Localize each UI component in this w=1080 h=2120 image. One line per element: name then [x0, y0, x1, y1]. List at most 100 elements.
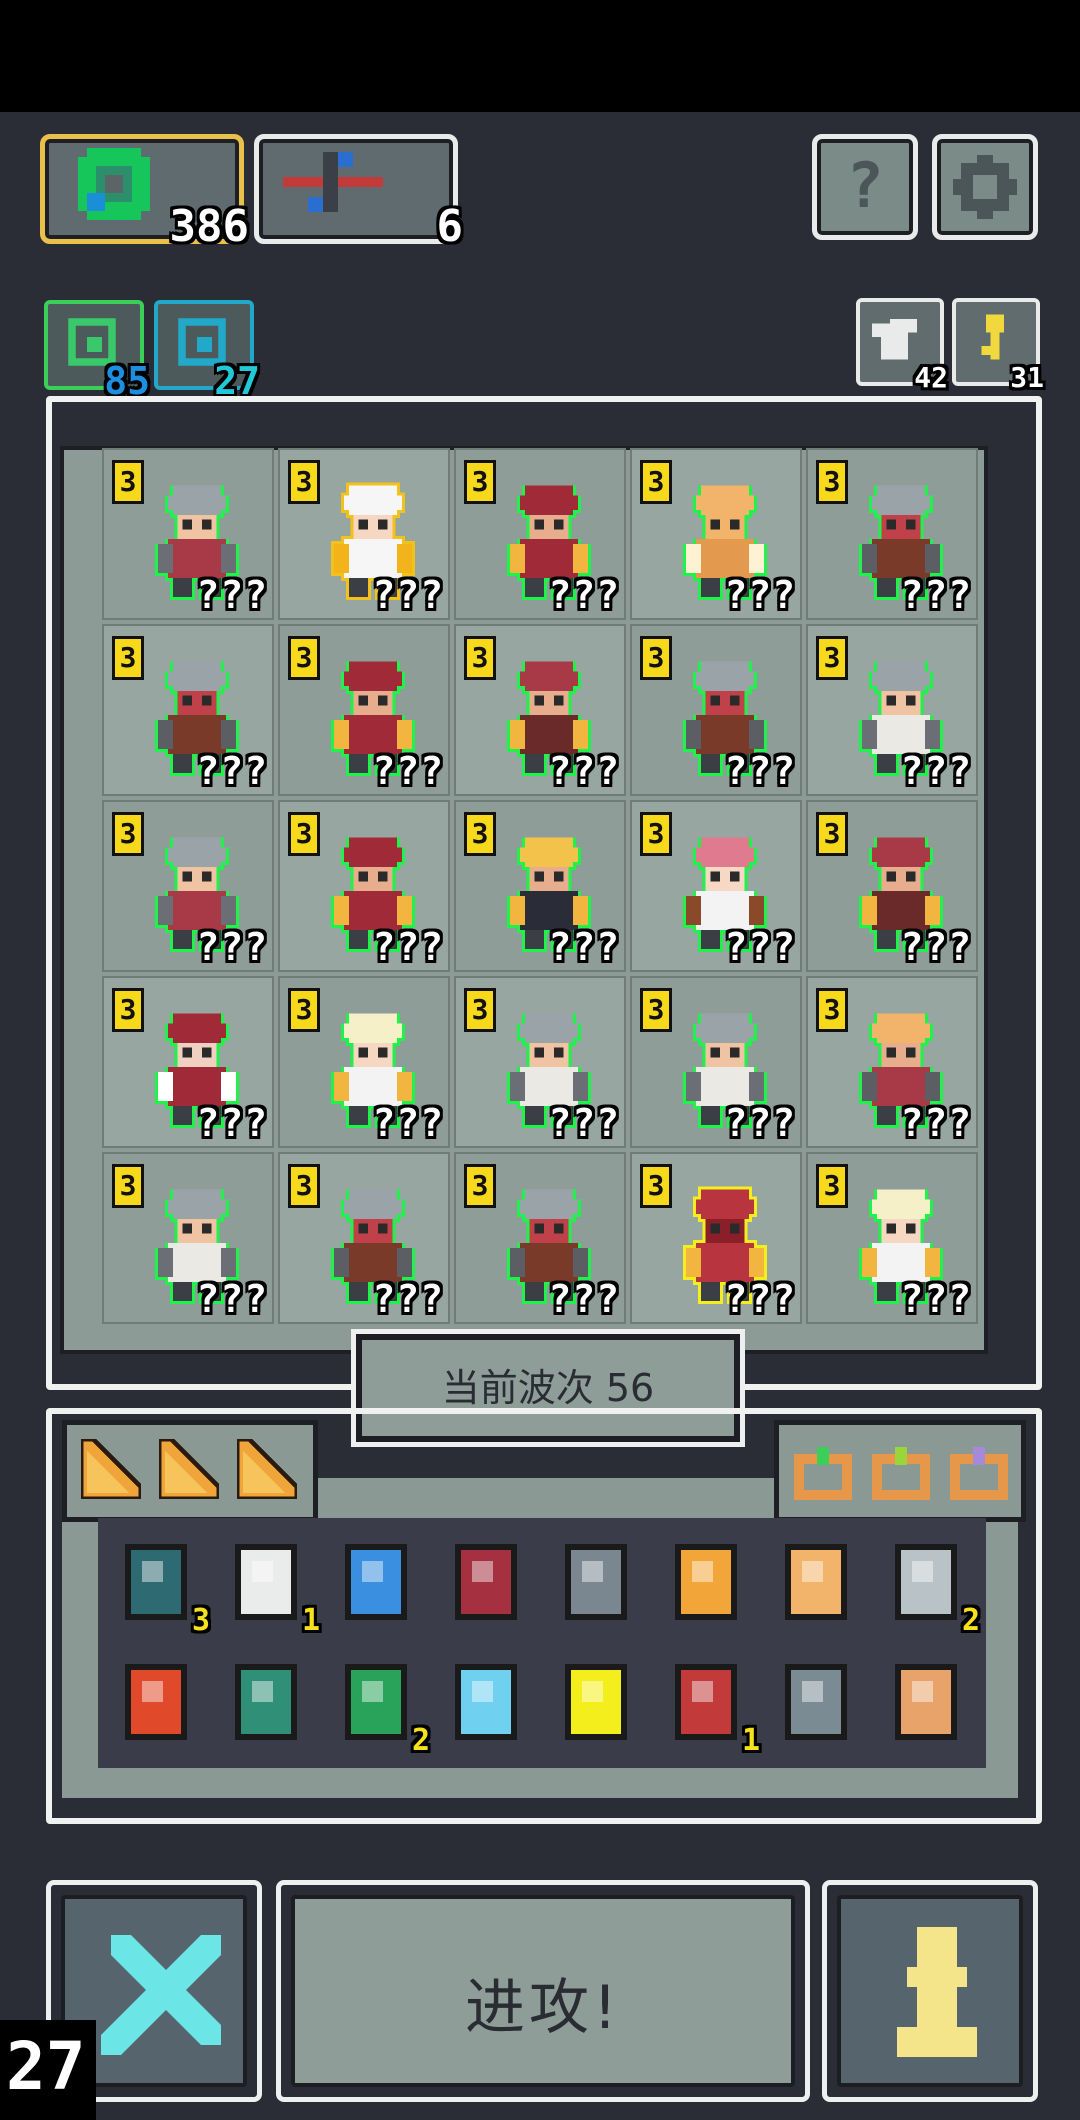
unit-slot[interactable]: 3???	[454, 624, 626, 796]
wedge-icon	[78, 1436, 144, 1502]
help-button[interactable]: ?	[812, 134, 918, 240]
unit-level-badge: 3	[640, 636, 672, 680]
unit-level-badge: 3	[288, 1164, 320, 1208]
unit-slot[interactable]: 3???	[806, 1152, 978, 1324]
unit-slot[interactable]: 3???	[278, 800, 450, 972]
unit-slot[interactable]: 3???	[630, 1152, 802, 1324]
unit-slot[interactable]: 3???	[630, 624, 802, 796]
inventory-item[interactable]	[550, 1656, 642, 1748]
inventory-item[interactable]	[110, 1656, 202, 1748]
unit-name-label: ???	[900, 749, 972, 793]
unit-slot[interactable]: 3???	[278, 448, 450, 620]
inventory-item[interactable]	[880, 1656, 972, 1748]
resource-gem-slot[interactable]: 386	[40, 134, 249, 249]
unit-name-label: ???	[196, 1277, 268, 1321]
inventory-tab-right[interactable]	[774, 1420, 1026, 1522]
unit-grid: 3??? 3??? 3??? 3??? 3 ??? 3 ??? 3 ??? 3 …	[102, 448, 982, 1328]
inventory-item[interactable]	[220, 1656, 312, 1748]
unit-slot[interactable]: 3???	[630, 448, 802, 620]
key-button[interactable]: 31	[952, 298, 1044, 392]
unit-slot[interactable]: 3???	[102, 800, 274, 972]
item-count: 3	[191, 1603, 210, 1638]
green-flask-icon	[345, 1664, 407, 1740]
green-spiral-slot[interactable]: 85	[44, 300, 150, 400]
unit-slot[interactable]: 3???	[806, 976, 978, 1148]
unit-level-badge: 3	[816, 460, 848, 504]
horned-helmet-icon	[565, 1544, 627, 1620]
teal-heart-icon	[125, 1544, 187, 1620]
unit-level-badge: 3	[288, 460, 320, 504]
blue-fish-icon	[455, 1664, 517, 1740]
unit-slot[interactable]: 3???	[278, 1152, 450, 1324]
unit-slot[interactable]: 3???	[454, 976, 626, 1148]
unit-slot[interactable]: 3???	[630, 800, 802, 972]
wedge-icon	[156, 1436, 222, 1502]
attack-button[interactable]: 进攻!	[276, 1880, 810, 2102]
unit-name-label: ???	[372, 573, 444, 617]
unit-name-label: ???	[548, 573, 620, 617]
unit-slot[interactable]: 3???	[102, 1152, 274, 1324]
inventory-item[interactable]: 3	[110, 1536, 210, 1636]
unit-name-label: ???	[196, 573, 268, 617]
crossbow-icon	[283, 152, 383, 212]
unit-slot[interactable]: 3???	[454, 1152, 626, 1324]
unit-name-label: ???	[900, 1277, 972, 1321]
green-gem-icon	[78, 148, 150, 220]
inventory-item[interactable]	[770, 1536, 862, 1628]
resource-crossbow-slot[interactable]: 6	[254, 134, 463, 249]
unit-slot[interactable]: 3???	[278, 976, 450, 1148]
fox-lightning-icon	[675, 1544, 737, 1620]
green-spiral-count: 85	[104, 359, 150, 403]
unit-level-badge: 3	[816, 988, 848, 1032]
return-button[interactable]: 42	[856, 298, 948, 392]
unit-slot[interactable]: 3???	[102, 624, 274, 796]
unit-slot[interactable]: 3???	[630, 976, 802, 1148]
unit-slot[interactable]: 3???	[806, 448, 978, 620]
unit-name-label: ???	[372, 1277, 444, 1321]
inventory-item[interactable]	[440, 1536, 532, 1628]
inventory-item[interactable]: 2	[880, 1536, 980, 1636]
inventory-item[interactable]: 1	[660, 1656, 760, 1756]
unit-level-badge: 3	[816, 636, 848, 680]
inventory-item[interactable]	[770, 1656, 862, 1748]
inventory-item[interactable]	[440, 1656, 532, 1748]
red-gem-icon	[125, 1664, 187, 1740]
pawn-button[interactable]	[822, 1880, 1038, 2102]
bell-icon	[785, 1544, 847, 1620]
unit-slot[interactable]: 3???	[806, 624, 978, 796]
return-arrow-icon	[872, 319, 917, 360]
inventory-item[interactable]	[550, 1536, 642, 1628]
unit-slot[interactable]: 3???	[454, 448, 626, 620]
unit-name-label: ???	[372, 749, 444, 793]
inventory-item[interactable]	[660, 1536, 752, 1628]
unit-level-badge: 3	[288, 988, 320, 1032]
item-count: 2	[411, 1723, 430, 1758]
unit-name-label: ???	[724, 1277, 796, 1321]
crossbow-count: 6	[436, 201, 464, 252]
unit-slot[interactable]: 3???	[278, 624, 450, 796]
ring-green-gem-icon	[793, 1441, 853, 1501]
unit-name-label: ???	[724, 925, 796, 969]
unit-name-label: ???	[724, 1101, 796, 1145]
unit-name-label: ???	[196, 749, 268, 793]
inventory-item[interactable]	[330, 1536, 422, 1628]
unit-slot[interactable]: 3???	[454, 800, 626, 972]
inventory-tab-left[interactable]	[62, 1420, 318, 1522]
unit-slot[interactable]: 3???	[102, 976, 274, 1148]
unit-name-label: ???	[900, 573, 972, 617]
unit-slot[interactable]: 3???	[806, 800, 978, 972]
unit-slot[interactable]: 3???	[102, 448, 274, 620]
key-icon	[981, 314, 1004, 360]
unit-level-badge: 3	[816, 1164, 848, 1208]
settings-button[interactable]	[932, 134, 1038, 240]
attack-label: 进攻!	[464, 1973, 622, 2043]
yellow-flask-icon	[565, 1664, 627, 1740]
inventory-item[interactable]: 2	[330, 1656, 430, 1756]
blue-spiral-slot[interactable]: 27	[154, 300, 260, 400]
gear-icon	[953, 155, 1017, 219]
unit-level-badge: 3	[640, 460, 672, 504]
unit-level-badge: 3	[464, 1164, 496, 1208]
inventory-item[interactable]: 1	[220, 1536, 320, 1636]
unit-name-label: ???	[548, 1277, 620, 1321]
unit-level-badge: 3	[640, 988, 672, 1032]
